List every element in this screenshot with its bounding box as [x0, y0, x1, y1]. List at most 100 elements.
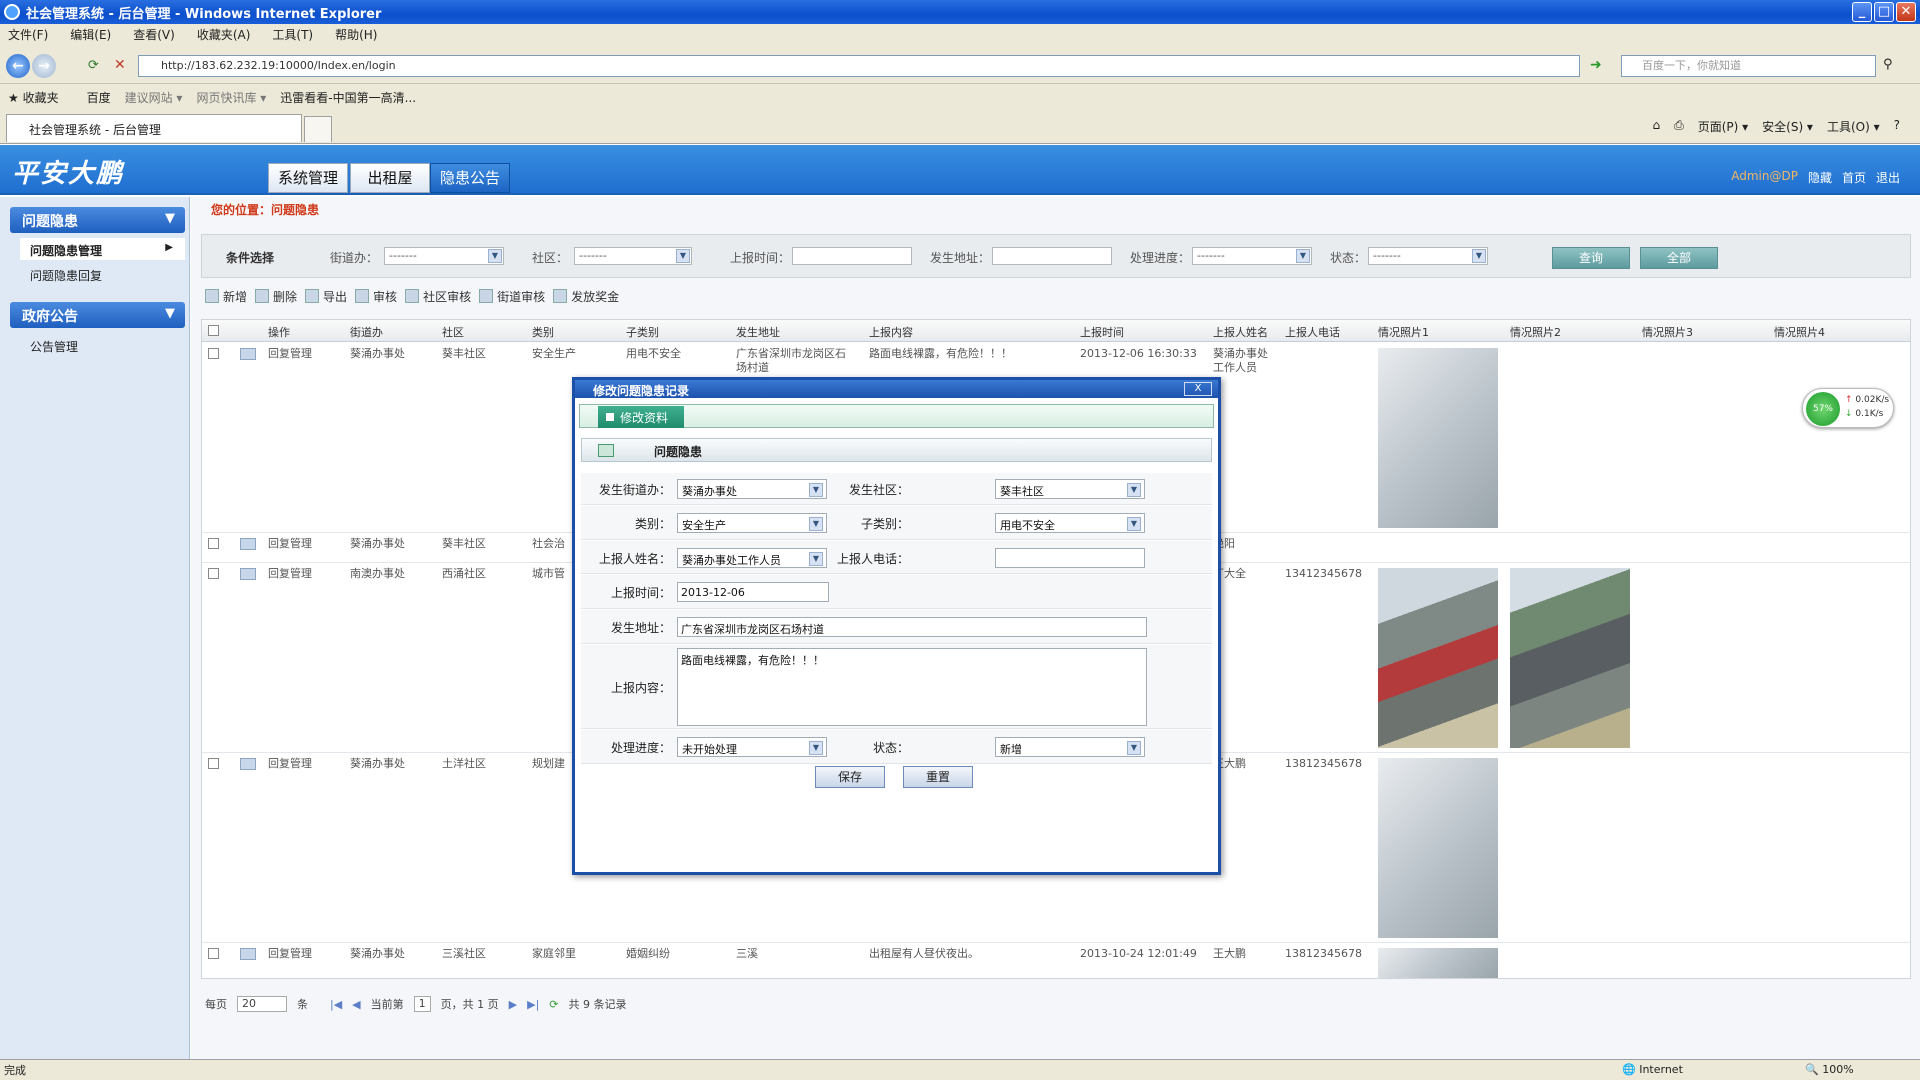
- menu-help[interactable]: 帮助(H): [335, 26, 377, 43]
- favorites-button[interactable]: ★ 收藏夹: [8, 89, 73, 106]
- address-field-input[interactable]: 广东省深圳市龙岗区石场村道: [677, 617, 1147, 637]
- edit-icon[interactable]: [240, 948, 256, 960]
- close-window-button[interactable]: ✕: [1896, 2, 1916, 22]
- row-checkbox[interactable]: [208, 948, 219, 959]
- search-input[interactable]: 百度一下，你就知道: [1621, 55, 1876, 77]
- content-field-textarea[interactable]: 路面电线裸露，有危险！！！: [677, 648, 1147, 726]
- first-page-icon[interactable]: |◀: [330, 998, 342, 1011]
- status-field-select[interactable]: 新增 ▼: [995, 737, 1145, 757]
- menu-view[interactable]: 查看(V): [133, 26, 175, 43]
- audit-button[interactable]: 审核: [355, 288, 397, 305]
- row-checkbox[interactable]: [208, 348, 219, 359]
- edit-icon[interactable]: [240, 758, 256, 770]
- stop-icon[interactable]: ✕: [114, 57, 126, 73]
- logout-link[interactable]: 退出: [1876, 169, 1900, 186]
- minimize-button[interactable]: _: [1852, 2, 1872, 22]
- tab-edit-info[interactable]: 修改资料: [598, 406, 684, 428]
- street-select[interactable]: ------- ▼: [384, 247, 504, 265]
- community-select[interactable]: ------- ▼: [574, 247, 692, 265]
- row-checkbox[interactable]: [208, 538, 219, 549]
- add-button[interactable]: 新增: [205, 288, 247, 305]
- menu-tools[interactable]: 工具(T): [272, 26, 313, 43]
- help-icon[interactable]: ?: [1894, 118, 1900, 135]
- maximize-button[interactable]: □: [1874, 2, 1894, 22]
- cell-op[interactable]: 回复管理: [268, 347, 312, 361]
- back-icon[interactable]: ←: [6, 54, 30, 78]
- address-input[interactable]: http://183.62.232.19:10000/Index.en/logi…: [138, 55, 1580, 77]
- cell-op[interactable]: 回复管理: [268, 757, 312, 771]
- print-icon[interactable]: ⎙: [1674, 118, 1684, 135]
- sidebar-group-hazard[interactable]: 问题隐患 ▼: [10, 207, 185, 233]
- menu-edit[interactable]: 编辑(E): [70, 26, 111, 43]
- refresh-icon[interactable]: ⟳: [88, 58, 99, 73]
- nav-tab-hazard[interactable]: 隐患公告: [430, 163, 510, 193]
- tools-menu[interactable]: 工具(O) ▾: [1827, 118, 1880, 135]
- export-button[interactable]: 导出: [305, 288, 347, 305]
- save-button[interactable]: 保存: [815, 766, 885, 788]
- last-page-icon[interactable]: ▶|: [527, 998, 539, 1011]
- bonus-button[interactable]: 发放奖金: [553, 288, 619, 305]
- hide-link[interactable]: 隐藏: [1808, 169, 1832, 186]
- community-audit-button[interactable]: 社区审核: [405, 288, 471, 305]
- new-tab-button[interactable]: [304, 116, 332, 142]
- reporter-field-select[interactable]: 葵涌办事处工作人员 ▼: [677, 548, 827, 568]
- time-field-input[interactable]: 2013-12-06: [677, 582, 829, 602]
- select-all-checkbox[interactable]: [208, 325, 219, 336]
- edit-icon[interactable]: [240, 538, 256, 550]
- edit-icon[interactable]: [240, 348, 256, 360]
- go-icon[interactable]: ➜: [1590, 57, 1602, 73]
- favorite-item[interactable]: 迅雷看看-中国第一高清...: [280, 89, 416, 106]
- home-link[interactable]: 首页: [1842, 169, 1866, 186]
- next-page-icon[interactable]: ▶: [509, 998, 517, 1011]
- reset-button[interactable]: 重置: [903, 766, 973, 788]
- sidebar-item-hazard-manage[interactable]: 问题隐患管理 ▶: [20, 238, 185, 260]
- favorite-item[interactable]: 网页快讯库 ▾: [196, 89, 266, 106]
- ie-tab-active[interactable]: 社会管理系统 - 后台管理: [6, 114, 302, 142]
- situation-photo[interactable]: [1378, 348, 1498, 528]
- situation-photo[interactable]: [1378, 758, 1498, 938]
- forward-icon[interactable]: →: [32, 54, 56, 78]
- progress-select[interactable]: ------- ▼: [1192, 247, 1312, 265]
- cell-op[interactable]: 回复管理: [268, 537, 312, 551]
- phone-field-input[interactable]: [995, 548, 1145, 568]
- edit-icon[interactable]: [240, 568, 256, 580]
- row-checkbox[interactable]: [208, 758, 219, 769]
- dialog-close-button[interactable]: X: [1184, 382, 1212, 396]
- page-size-select[interactable]: 20: [237, 996, 287, 1012]
- page-input[interactable]: 1: [413, 996, 431, 1012]
- page-menu[interactable]: 页面(P) ▾: [1698, 118, 1748, 135]
- prev-page-icon[interactable]: ◀: [352, 998, 360, 1011]
- situation-photo[interactable]: [1510, 568, 1630, 748]
- type-field-select[interactable]: 安全生产 ▼: [677, 513, 827, 533]
- street-field-select[interactable]: 葵涌办事处 ▼: [677, 479, 827, 499]
- refresh-icon[interactable]: ⟳: [549, 998, 558, 1011]
- progress-field-select[interactable]: 未开始处理 ▼: [677, 737, 827, 757]
- nav-tab-system[interactable]: 系统管理: [268, 163, 348, 193]
- cell-op[interactable]: 回复管理: [268, 567, 312, 581]
- home-icon[interactable]: ⌂: [1652, 118, 1660, 135]
- query-button[interactable]: 查询: [1552, 247, 1630, 269]
- nav-tab-rental[interactable]: 出租屋: [350, 163, 430, 193]
- sidebar-item-hazard-reply[interactable]: 问题隐患回复: [20, 263, 185, 285]
- sidebar-item-notice-manage[interactable]: 公告管理: [20, 334, 185, 356]
- cell-op[interactable]: 回复管理: [268, 947, 312, 961]
- delete-button[interactable]: 删除: [255, 288, 297, 305]
- all-button[interactable]: 全部: [1640, 247, 1718, 269]
- community-field-select[interactable]: 葵丰社区 ▼: [995, 479, 1145, 499]
- favorite-item[interactable]: 百度: [87, 89, 111, 106]
- search-icon[interactable]: ⚲: [1883, 57, 1893, 72]
- status-select[interactable]: ------- ▼: [1368, 247, 1488, 265]
- situation-photo[interactable]: [1378, 568, 1498, 748]
- report-time-input[interactable]: [792, 247, 912, 265]
- safety-menu[interactable]: 安全(S) ▾: [1762, 118, 1813, 135]
- menu-favorites[interactable]: 收藏夹(A): [197, 26, 251, 43]
- situation-photo[interactable]: [1378, 948, 1498, 978]
- row-checkbox[interactable]: [208, 568, 219, 579]
- subtype-field-select[interactable]: 用电不安全 ▼: [995, 513, 1145, 533]
- favorite-item[interactable]: 建议网站 ▾: [125, 89, 183, 106]
- street-audit-button[interactable]: 街道审核: [479, 288, 545, 305]
- sidebar-group-notice[interactable]: 政府公告 ▼: [10, 302, 185, 328]
- network-speed-widget[interactable]: 57% ↑ 0.02K/s ↓ 0.1K/s: [1802, 388, 1894, 428]
- zoom-level[interactable]: 🔍 100%: [1805, 1063, 1854, 1076]
- menu-file[interactable]: 文件(F): [8, 26, 48, 43]
